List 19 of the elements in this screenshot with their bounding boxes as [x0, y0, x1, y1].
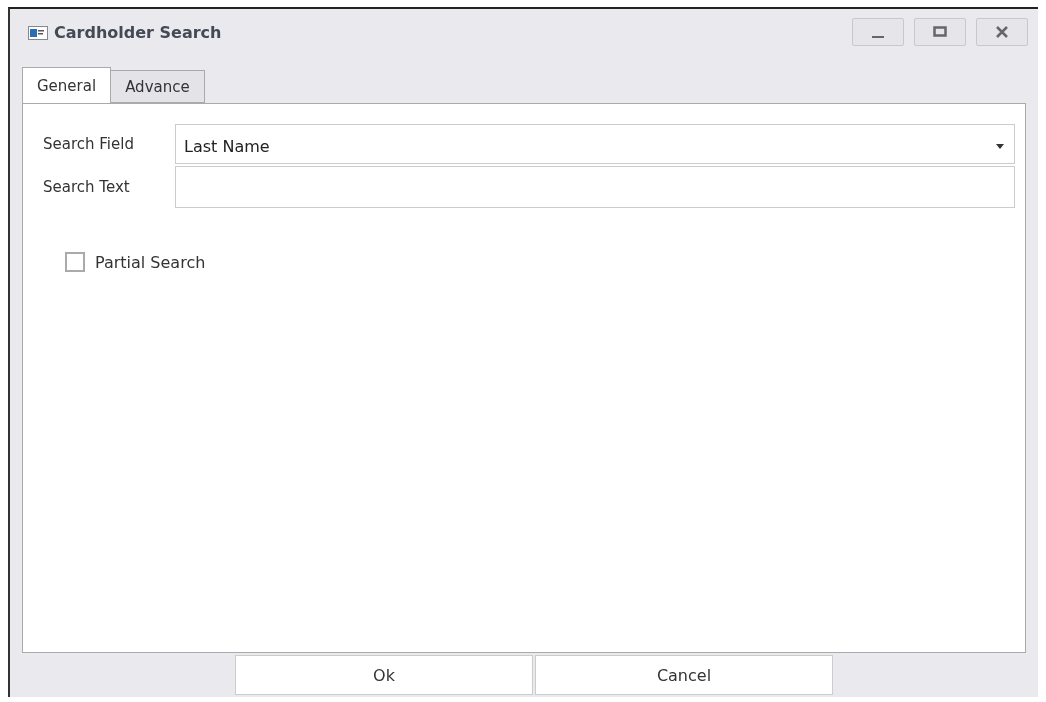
tab[interactable]: General: [22, 67, 112, 103]
dialog-button[interactable]: Ok: [235, 655, 533, 695]
dialog-button[interactable]: Cancel: [535, 655, 833, 695]
checkbox[interactable]: [65, 252, 85, 272]
close-button[interactable]: [976, 18, 1028, 46]
tab[interactable]: Advance: [110, 70, 205, 103]
window-title: Cardholder Search: [54, 22, 223, 42]
search-text-input[interactable]: [175, 166, 1015, 208]
field-label: Search Text: [43, 178, 131, 196]
minimize-button[interactable]: [852, 18, 904, 46]
search-field-dropdown[interactable]: Last Name: [175, 124, 1015, 164]
maximize-icon: [932, 26, 948, 38]
close-icon: [994, 26, 1010, 38]
maximize-button[interactable]: [914, 18, 966, 46]
checkbox-label: Partial Search: [95, 252, 206, 272]
window-icon: [28, 24, 48, 40]
field-label: Search Field: [43, 135, 135, 153]
caret-icon: [996, 143, 1004, 149]
minimize-icon: [872, 36, 884, 38]
